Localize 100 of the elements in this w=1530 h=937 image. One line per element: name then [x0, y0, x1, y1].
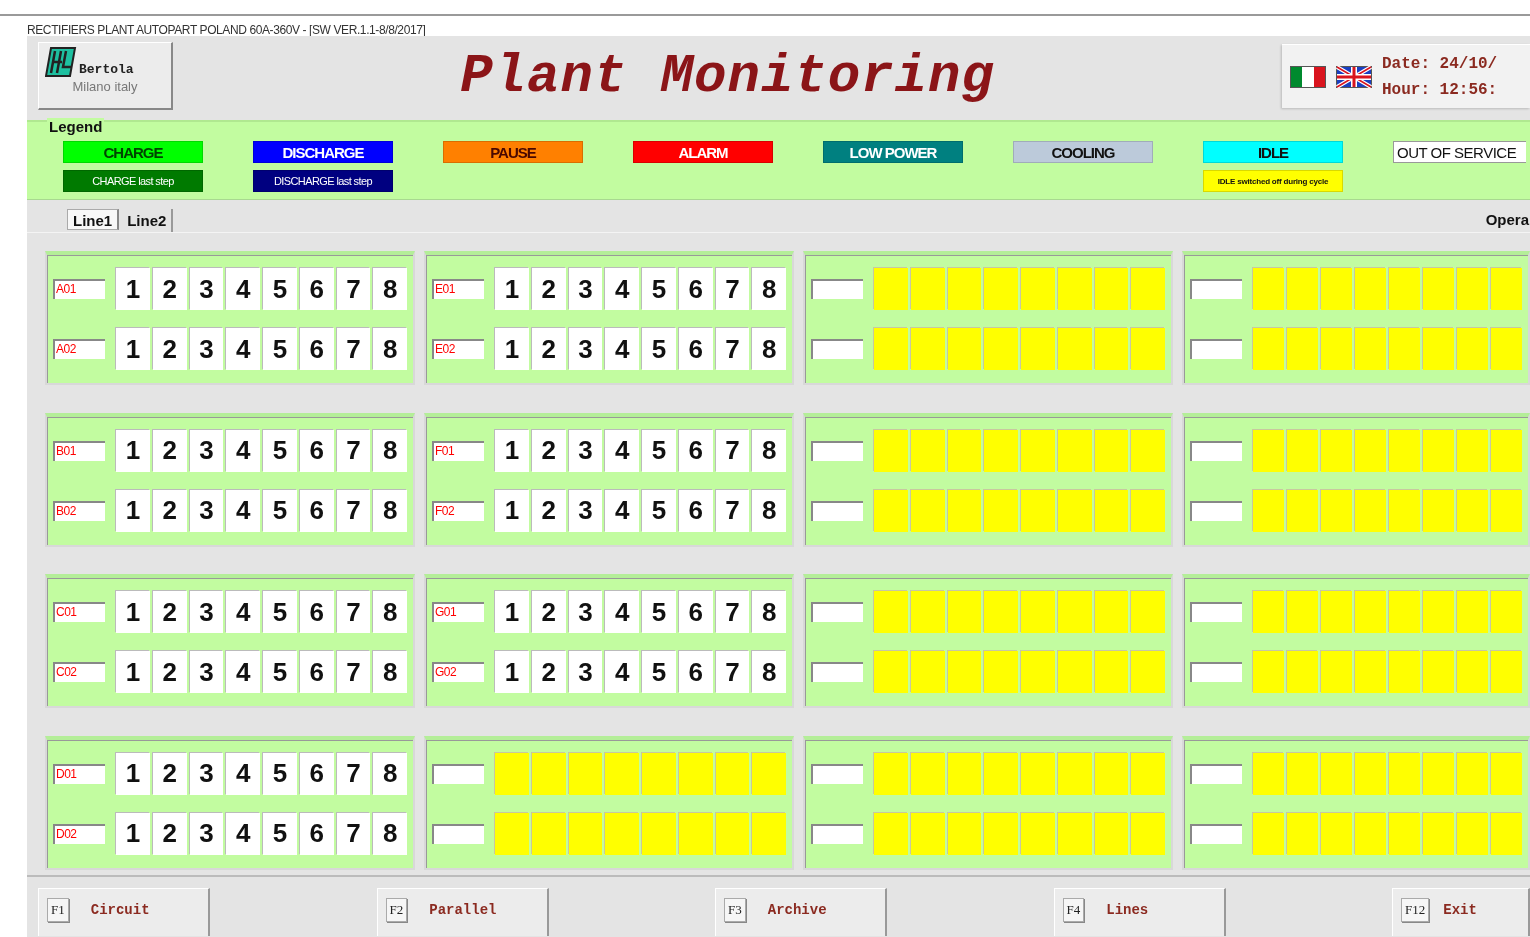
module-cell[interactable]: 1 [116, 268, 150, 310]
module-cell[interactable] [1287, 651, 1318, 693]
module-cell[interactable]: 7 [336, 752, 371, 795]
module-cell[interactable] [1131, 752, 1165, 795]
module-cell[interactable] [1321, 812, 1352, 855]
module-cell[interactable] [1491, 591, 1522, 633]
module-cell[interactable] [947, 429, 982, 472]
module-cell[interactable]: 1 [116, 429, 150, 472]
module-cell[interactable]: 8 [373, 268, 407, 310]
module-cell[interactable]: 8 [373, 591, 407, 633]
module-cell[interactable] [1457, 752, 1488, 795]
module-cell[interactable] [1389, 812, 1420, 855]
module-cell[interactable]: 8 [373, 328, 407, 370]
module-cell[interactable]: 8 [752, 651, 786, 693]
module-cell[interactable] [605, 752, 639, 795]
module-cell[interactable] [1057, 651, 1092, 693]
module-cell[interactable]: 2 [152, 268, 187, 310]
module-cell[interactable] [984, 489, 1018, 532]
module-cell[interactable] [1355, 489, 1386, 532]
module-cell[interactable] [1423, 268, 1454, 310]
module-cell[interactable] [874, 328, 908, 370]
module-cell[interactable] [1131, 591, 1165, 633]
module-cell[interactable]: 4 [605, 429, 639, 472]
module-cell[interactable] [1094, 651, 1129, 693]
module-cell[interactable]: 2 [531, 591, 566, 633]
module-cell[interactable] [1355, 812, 1386, 855]
module-cell[interactable] [1321, 752, 1352, 795]
module-cell[interactable]: 3 [189, 651, 224, 693]
module-cell[interactable] [1423, 489, 1454, 532]
module-cell[interactable]: 5 [642, 651, 676, 693]
module-cell[interactable] [947, 752, 982, 795]
module-cell[interactable] [1491, 268, 1522, 310]
module-cell[interactable] [495, 752, 529, 795]
module-cell[interactable] [1423, 328, 1454, 370]
module-cell[interactable] [1457, 812, 1488, 855]
module-cell[interactable] [1321, 268, 1352, 310]
module-cell[interactable]: 5 [642, 591, 676, 633]
module-cell[interactable] [531, 752, 566, 795]
module-cell[interactable]: 5 [263, 651, 297, 693]
module-cell[interactable]: 5 [263, 591, 297, 633]
module-cell[interactable] [1021, 752, 1055, 795]
module-cell[interactable]: 6 [678, 429, 713, 472]
module-cell[interactable] [1057, 268, 1092, 310]
module-cell[interactable] [1253, 429, 1284, 472]
module-cell[interactable]: 2 [152, 651, 187, 693]
module-cell[interactable]: 7 [336, 591, 371, 633]
module-cell[interactable] [947, 268, 982, 310]
module-cell[interactable]: 3 [189, 752, 224, 795]
module-cell[interactable]: 6 [678, 268, 713, 310]
module-cell[interactable] [568, 812, 603, 855]
module-cell[interactable]: 3 [568, 268, 603, 310]
module-cell[interactable]: 2 [531, 429, 566, 472]
module-cell[interactable]: 1 [116, 328, 150, 370]
module-cell[interactable] [1389, 752, 1420, 795]
module-cell[interactable]: 4 [605, 328, 639, 370]
module-cell[interactable] [910, 268, 945, 310]
module-cell[interactable]: 3 [189, 591, 224, 633]
module-cell[interactable]: 8 [752, 429, 786, 472]
module-cell[interactable] [874, 591, 908, 633]
module-cell[interactable]: 2 [531, 651, 566, 693]
module-cell[interactable] [678, 812, 713, 855]
module-cell[interactable] [1389, 489, 1420, 532]
module-cell[interactable] [642, 812, 676, 855]
module-cell[interactable]: 4 [226, 812, 260, 855]
module-cell[interactable] [1253, 591, 1284, 633]
module-cell[interactable] [984, 429, 1018, 472]
module-cell[interactable] [1094, 752, 1129, 795]
module-cell[interactable] [1253, 812, 1284, 855]
module-cell[interactable] [1355, 429, 1386, 472]
module-cell[interactable]: 3 [189, 489, 224, 532]
module-cell[interactable]: 2 [152, 812, 187, 855]
british-flag-icon[interactable] [1336, 65, 1372, 88]
module-cell[interactable]: 4 [226, 328, 260, 370]
module-cell[interactable]: 5 [263, 268, 297, 310]
module-cell[interactable]: 8 [752, 268, 786, 310]
module-cell[interactable]: 4 [605, 489, 639, 532]
module-cell[interactable] [947, 812, 982, 855]
module-cell[interactable] [874, 429, 908, 472]
module-cell[interactable] [1457, 489, 1488, 532]
module-cell[interactable] [984, 268, 1018, 310]
module-cell[interactable]: 2 [531, 328, 566, 370]
module-cell[interactable] [1491, 429, 1522, 472]
module-cell[interactable] [678, 752, 713, 795]
module-cell[interactable] [1094, 268, 1129, 310]
module-cell[interactable] [1094, 429, 1129, 472]
module-cell[interactable]: 1 [495, 328, 529, 370]
module-cell[interactable]: 7 [336, 328, 371, 370]
module-cell[interactable] [947, 591, 982, 633]
module-cell[interactable] [1131, 328, 1165, 370]
module-cell[interactable] [1355, 651, 1386, 693]
module-cell[interactable]: 4 [226, 489, 260, 532]
module-cell[interactable] [1491, 651, 1522, 693]
module-cell[interactable] [1094, 812, 1129, 855]
module-cell[interactable] [910, 591, 945, 633]
module-cell[interactable] [1021, 591, 1055, 633]
module-cell[interactable] [1021, 268, 1055, 310]
module-cell[interactable]: 8 [752, 328, 786, 370]
module-cell[interactable] [1355, 268, 1386, 310]
module-cell[interactable] [1253, 651, 1284, 693]
module-cell[interactable]: 1 [495, 268, 529, 310]
